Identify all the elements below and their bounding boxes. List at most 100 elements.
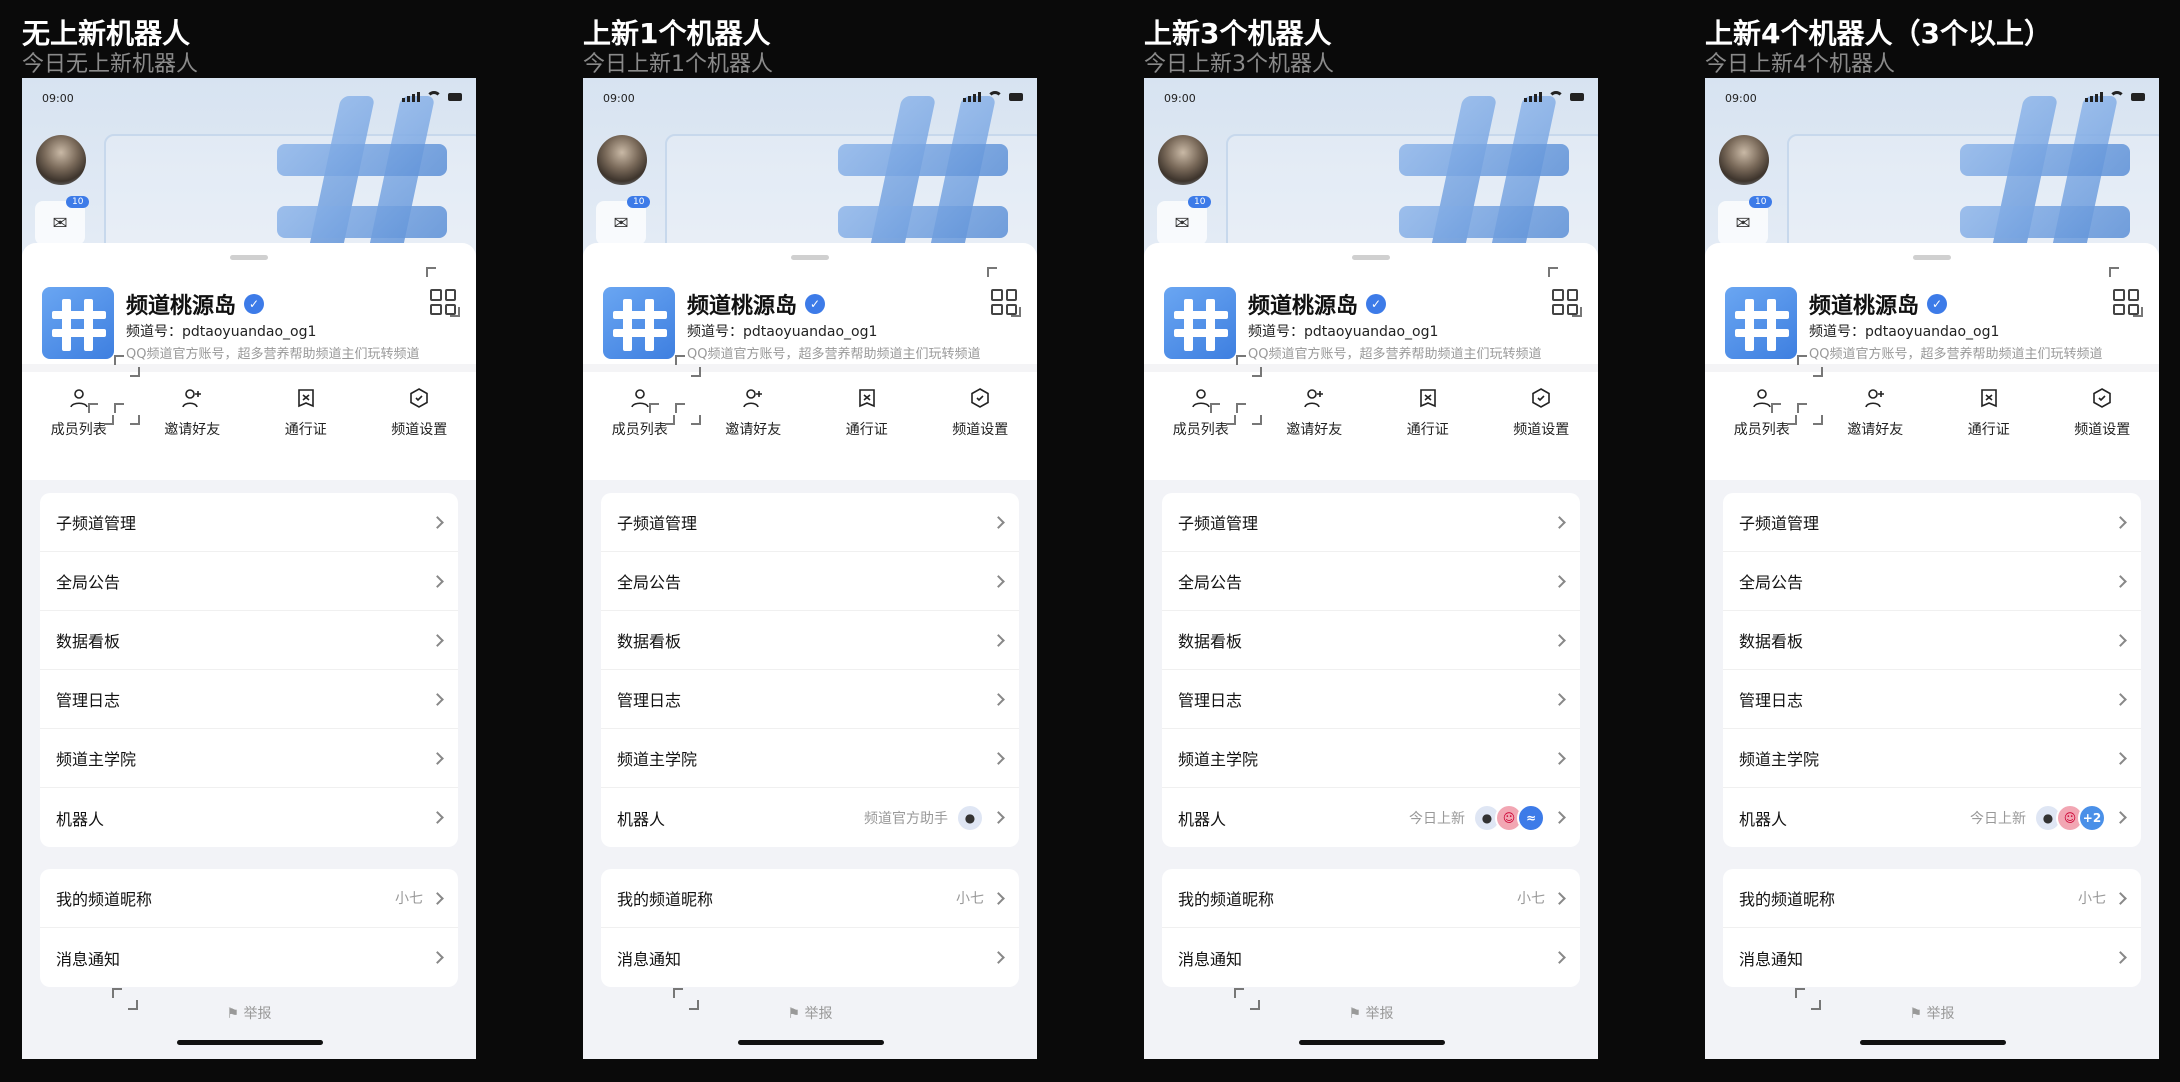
quick-action-3[interactable]: 通行证 [249,387,363,453]
notification-row[interactable]: 消息通知 [1723,928,2141,987]
report-label: 举报 [804,1006,833,1022]
menu-row-2[interactable]: 全局公告 [40,552,458,611]
menu-row-label: 子频道管理 [1739,514,1820,533]
notification-row[interactable]: 消息通知 [40,928,458,987]
quick-action-label: 邀请好友 [1847,422,1904,438]
menu-row-label: 频道主学院 [1178,750,1259,769]
phone-screen: 09:00 ✉ 10 频道桃源岛 ✓ 频道号：pdtaoyuandao_og1 QQ频道官方… [1705,78,2159,1059]
status-time: 09:00 [42,92,74,105]
chevron-right-icon [2114,811,2127,824]
notification-row[interactable]: 消息通知 [601,928,1019,987]
menu-row-1[interactable]: 子频道管理 [601,493,1019,552]
nickname-row[interactable]: 我的频道昵称 小七 [40,869,458,928]
menu-row-3[interactable]: 数据看板 [601,611,1019,670]
user-avatar[interactable] [36,135,86,185]
drag-handle[interactable] [1352,255,1390,260]
menu-row-3[interactable]: 数据看板 [40,611,458,670]
quick-action-4[interactable]: 频道设置 [2046,387,2160,453]
chevron-right-icon [992,515,1005,529]
mail-icon: ✉ [1735,212,1751,234]
chevron-right-icon [431,811,444,824]
channel-id: 频道号：pdtaoyuandao_og1 [1809,324,2000,340]
menu-row-label: 频道主学院 [56,750,137,769]
report-label: 举报 [243,1006,272,1022]
menu-row-label: 全局公告 [617,573,682,592]
user-avatar[interactable] [597,135,647,185]
menu-card-manage: 子频道管理全局公告 数据看板 管理日志 频道主学院 机器人 今日上新 ● ☺ +2 [1723,493,2141,847]
verified-icon: ✓ [1927,294,1948,314]
scan-frame-icon [426,267,460,317]
quick-action-2[interactable]: 邀请好友 [1819,387,1933,453]
menu-row-1[interactable]: 子频道管理 [40,493,458,552]
menu-row-6[interactable]: 机器人 今日上新 ● ☺ ≈ [1162,788,1580,847]
menu-row-3[interactable]: 数据看板 [1162,611,1580,670]
home-indicator [177,1040,323,1045]
quick-action-label: 邀请好友 [725,422,782,438]
menu-row-4[interactable]: 管理日志 [601,670,1019,729]
quick-action-4[interactable]: 频道设置 [363,387,477,453]
menu-row-2[interactable]: 全局公告 [601,552,1019,611]
menu-row-4[interactable]: 管理日志 [1723,670,2141,729]
quick-action-2[interactable]: 邀请好友 [1258,387,1372,453]
shield-icon: ⚑ [226,1006,244,1022]
menu-card-personal: 我的频道昵称 小七 消息通知 [1162,869,1580,987]
status-time: 09:00 [1164,92,1196,105]
quick-action-3[interactable]: 通行证 [1371,387,1485,453]
menu-row-4[interactable]: 管理日志 [40,670,458,729]
drag-handle[interactable] [1913,255,1951,260]
quick-action-3[interactable]: 通行证 [810,387,924,453]
notification-label: 消息通知 [617,949,682,969]
menu-row-2[interactable]: 全局公告 [1162,552,1580,611]
menu-card-manage: 子频道管理全局公告数据看板 管理日志频道主学院机器人 今日上新 ● ☺ ≈ [1162,493,1580,847]
menu-row-2[interactable]: 全局公告 [1723,552,2141,611]
menu-row-label: 全局公告 [1178,573,1243,592]
menu-row-1[interactable]: 子频道管理 [1162,493,1580,552]
report-button[interactable]: ⚑ 举报 [1144,1003,1598,1023]
settings-icon [969,387,991,409]
quick-action-2[interactable]: 邀请好友 [136,387,250,453]
menu-row-3[interactable]: 数据看板 [1723,611,2141,670]
nickname-row[interactable]: 我的频道昵称 小七 [1162,869,1580,928]
nickname-row[interactable]: 我的频道昵称 小七 [1723,869,2141,928]
menu-row-5[interactable]: 频道主学院 [1162,729,1580,788]
channel-description: QQ频道官方账号，超多营养帮助频道主们玩转频道 [126,347,420,362]
menu-row-5[interactable]: 频道主学院 [601,729,1019,788]
quick-action-3[interactable]: 通行证 [1932,387,2046,453]
user-avatar[interactable] [1719,135,1769,185]
menu-row-6[interactable]: 机器人 频道官方助手 ● [601,788,1019,847]
menu-row-6[interactable]: 机器人 今日上新 ● ☺ +2 [1723,788,2141,847]
status-time: 09:00 [1725,92,1757,105]
report-button[interactable]: ⚑ 举报 [1705,1003,2159,1023]
quick-action-4[interactable]: 频道设置 [924,387,1038,453]
quick-action-4[interactable]: 频道设置 [1485,387,1599,453]
drag-handle[interactable] [791,255,829,260]
channel-id: 频道号：pdtaoyuandao_og1 [126,324,317,340]
chevron-right-icon [431,574,444,588]
nickname-row[interactable]: 我的频道昵称 小七 [601,869,1019,928]
notification-row[interactable]: 消息通知 [1162,928,1580,987]
bot-summary: 今日上新 ● ☺ +2 [1970,803,2106,832]
menu-row-4[interactable]: 管理日志 [1162,670,1580,729]
report-button[interactable]: ⚑ 举报 [583,1003,1037,1023]
menu-row-label: 全局公告 [56,573,121,592]
menu-row-5[interactable]: 频道主学院 [40,729,458,788]
bot-summary: 频道官方助手 ● [864,803,984,832]
menu-row-5[interactable]: 频道主学院 [1723,729,2141,788]
report-button[interactable]: ⚑ 举报 [22,1003,476,1023]
bot-summary-text: 频道官方助手 [864,810,948,827]
plus-badge: +2 [2078,803,2106,832]
menu-row-6[interactable]: 机器人 [40,788,458,847]
divider [583,364,1037,372]
channel-name: 频道桃源岛 ✓ [126,288,265,320]
channel-icon [42,287,114,359]
quick-action-2[interactable]: 邀请好友 [697,387,811,453]
settings-icon [408,387,430,409]
mail-badge: 10 [1749,196,1773,208]
chevron-right-icon [431,891,444,905]
chevron-right-icon [1553,692,1566,706]
battery-icon [1570,92,1584,101]
chevron-right-icon [992,811,1005,824]
drag-handle[interactable] [230,255,268,260]
menu-row-1[interactable]: 子频道管理 [1723,493,2141,552]
user-avatar[interactable] [1158,135,1208,185]
